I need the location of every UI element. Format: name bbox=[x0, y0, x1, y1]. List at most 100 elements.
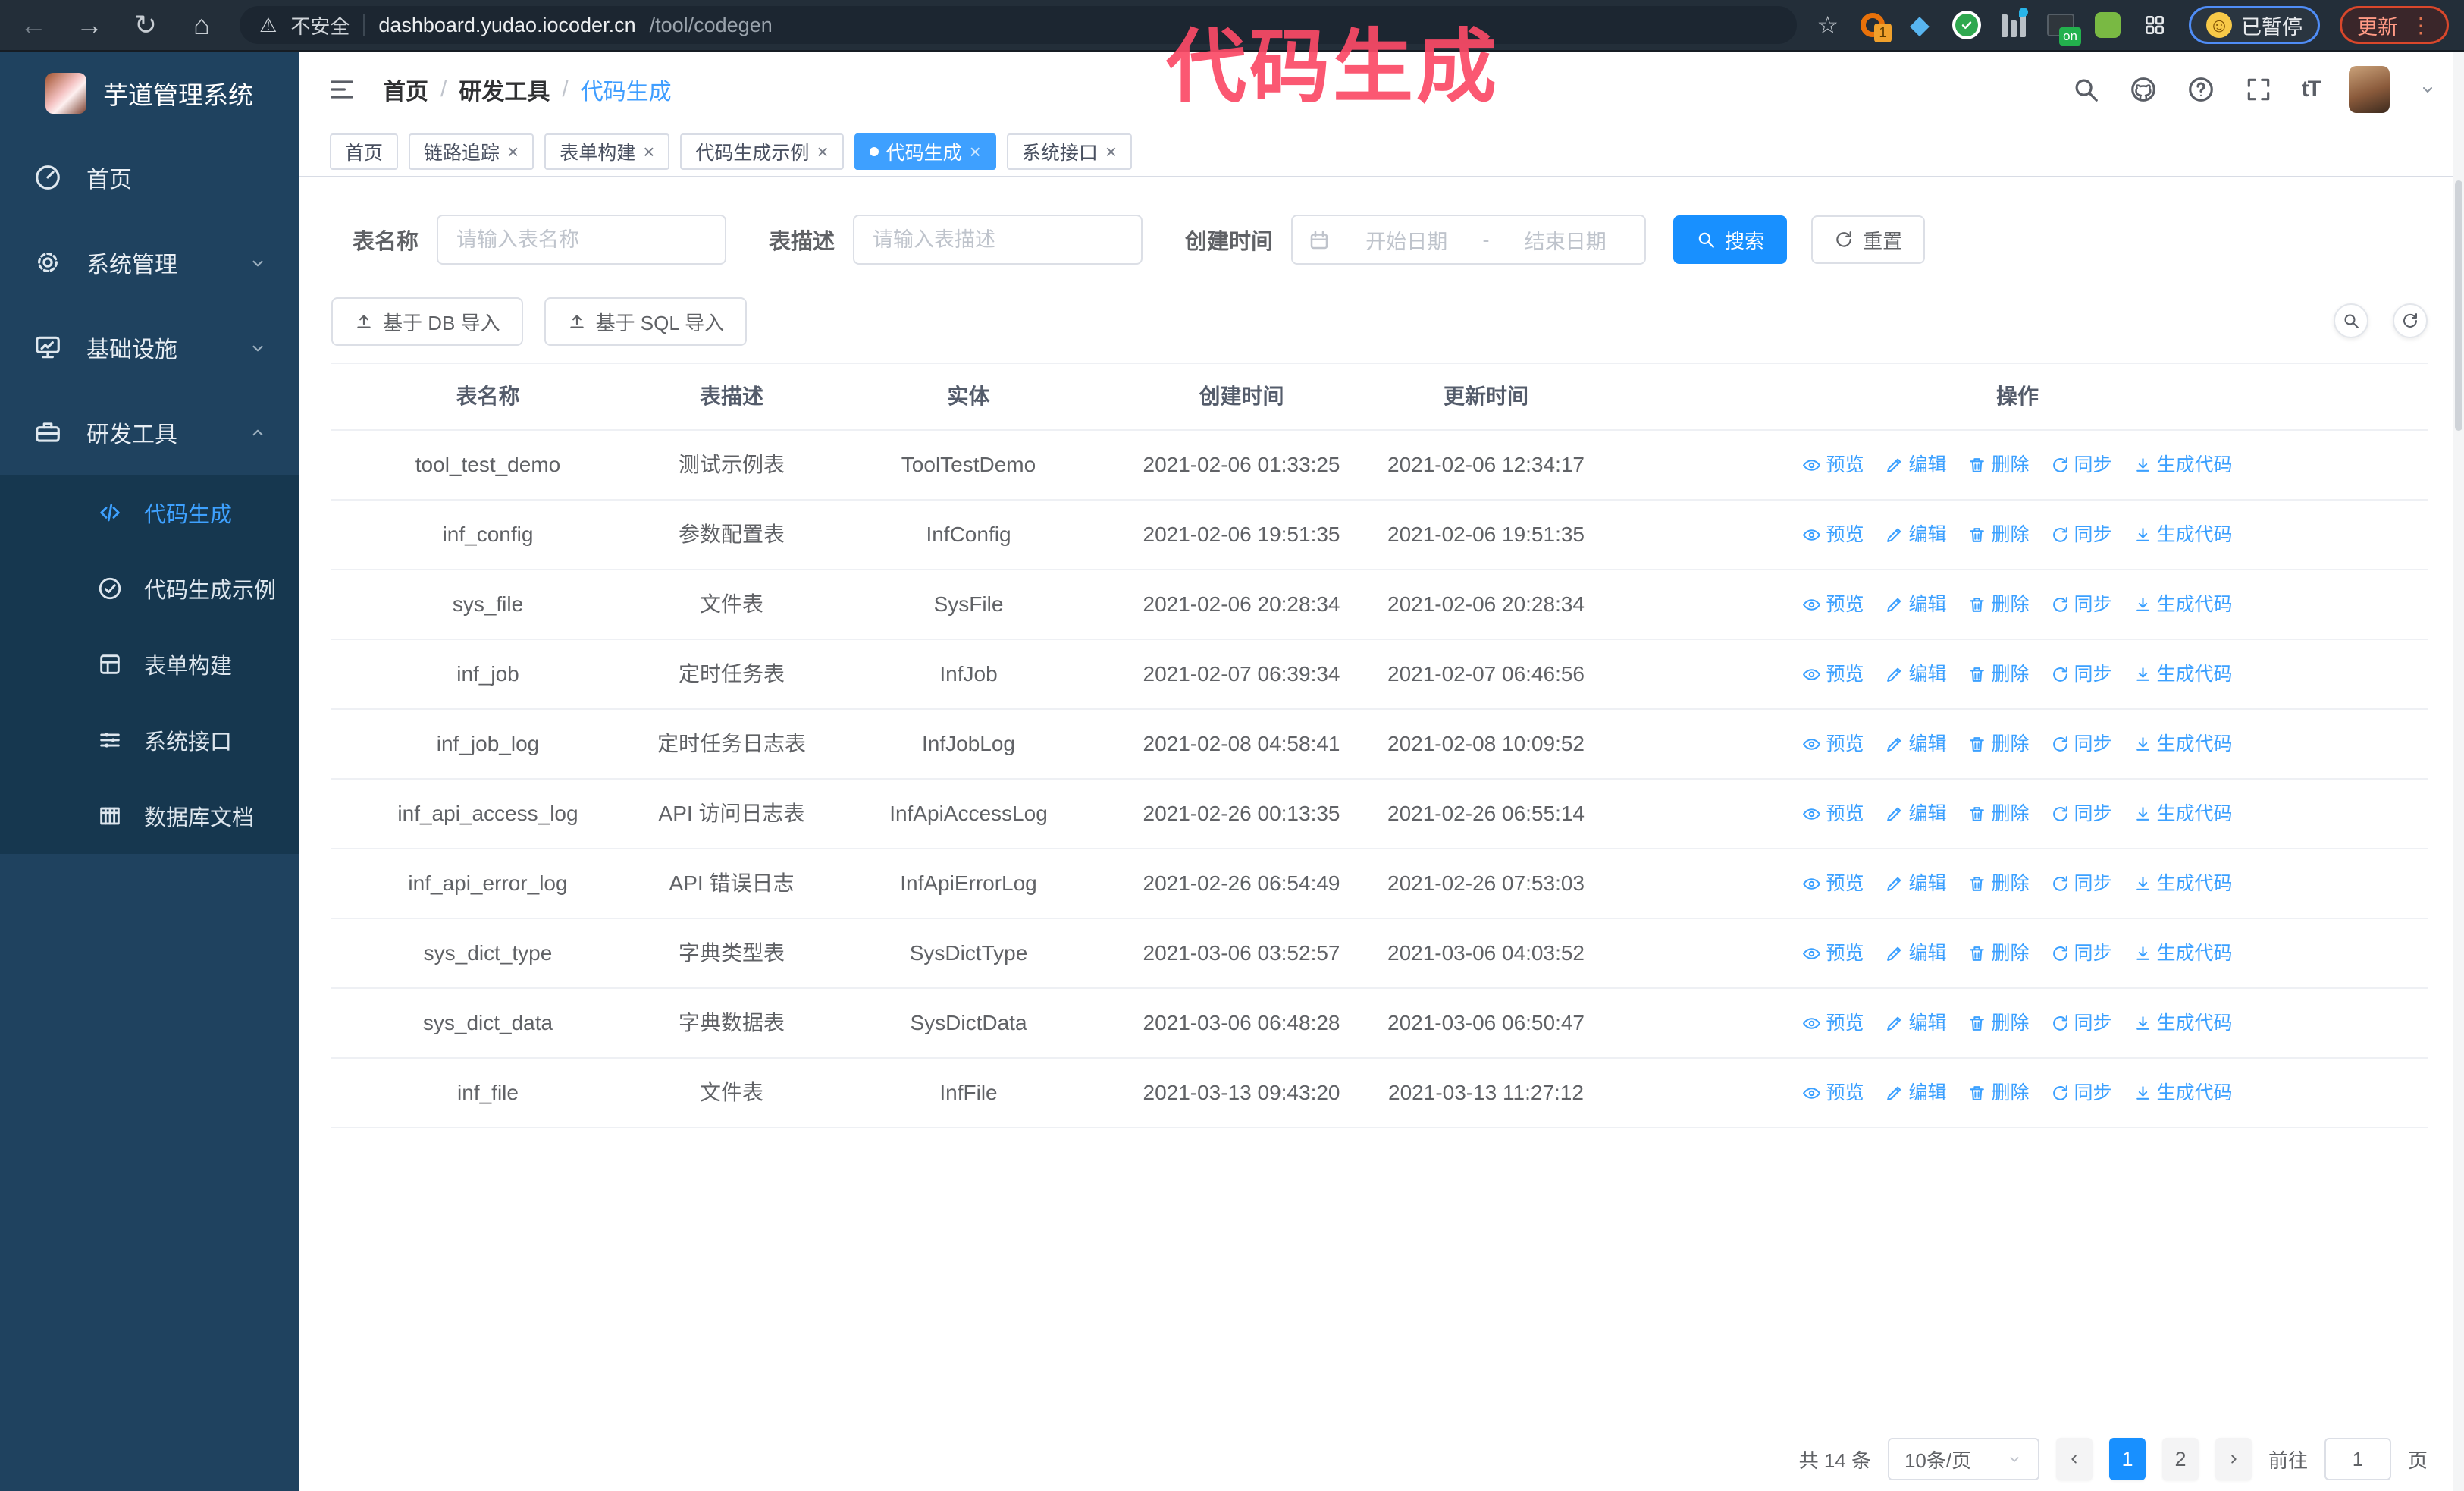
preview-link[interactable]: 预览 bbox=[1802, 1007, 1864, 1039]
view-tab[interactable]: 表单构建 × bbox=[544, 133, 670, 170]
preview-link[interactable]: 预览 bbox=[1802, 1077, 1864, 1109]
delete-link[interactable]: 删除 bbox=[1967, 519, 2030, 551]
edit-link[interactable]: 编辑 bbox=[1885, 1077, 1946, 1109]
extensions-puzzle-icon[interactable] bbox=[2140, 11, 2169, 39]
page-number-button[interactable]: 1 bbox=[2108, 1438, 2146, 1480]
sync-link[interactable]: 同步 bbox=[2051, 589, 2112, 620]
delete-link[interactable]: 删除 bbox=[1967, 589, 2030, 620]
sync-link[interactable]: 同步 bbox=[2051, 1007, 2112, 1039]
delete-link[interactable]: 删除 bbox=[1967, 1077, 2030, 1109]
github-icon[interactable] bbox=[2129, 75, 2158, 104]
browser-menu-icon[interactable]: ⋮ bbox=[2410, 13, 2431, 38]
search-icon[interactable] bbox=[2071, 75, 2100, 104]
extension-icon-bot[interactable] bbox=[2093, 11, 2122, 39]
delete-link[interactable]: 删除 bbox=[1967, 658, 2030, 690]
generate-code-link[interactable]: 生成代码 bbox=[2133, 937, 2233, 969]
import-sql-button[interactable]: 基于 SQL 导入 bbox=[544, 297, 748, 346]
edit-link[interactable]: 编辑 bbox=[1885, 658, 1946, 690]
table-name-input[interactable] bbox=[437, 215, 727, 265]
refresh-button[interactable] bbox=[2393, 303, 2428, 338]
sidebar-submenu-item[interactable]: 表单构建 bbox=[0, 626, 299, 702]
tab-close-icon[interactable]: × bbox=[1105, 142, 1117, 162]
extension-icon-orange[interactable]: 1 bbox=[1858, 11, 1892, 42]
view-tab[interactable]: 代码生成示例 × bbox=[680, 133, 844, 170]
edit-link[interactable]: 编辑 bbox=[1885, 519, 1946, 551]
delete-link[interactable]: 删除 bbox=[1967, 1007, 2030, 1039]
edit-link[interactable]: 编辑 bbox=[1885, 589, 1946, 620]
delete-link[interactable]: 删除 bbox=[1967, 449, 2030, 481]
extension-icon-gem[interactable]: ◆ bbox=[1905, 11, 1934, 39]
tab-close-icon[interactable]: × bbox=[507, 142, 519, 162]
search-button[interactable]: 搜索 bbox=[1673, 215, 1788, 264]
browser-reload-icon[interactable]: ↻ bbox=[127, 9, 164, 41]
sidebar-submenu-item[interactable]: 系统接口 bbox=[0, 702, 299, 778]
view-tab[interactable]: 链路追踪 × bbox=[409, 133, 534, 170]
delete-link[interactable]: 删除 bbox=[1967, 798, 2030, 830]
generate-code-link[interactable]: 生成代码 bbox=[2133, 728, 2233, 760]
preview-link[interactable]: 预览 bbox=[1802, 519, 1864, 551]
edit-link[interactable]: 编辑 bbox=[1885, 1007, 1946, 1039]
extension-icon-sliders[interactable] bbox=[1999, 8, 2028, 39]
bookmark-star-icon[interactable]: ☆ bbox=[1817, 11, 1839, 39]
breadcrumb-item[interactable]: 首页 bbox=[383, 73, 428, 106]
generate-code-link[interactable]: 生成代码 bbox=[2133, 519, 2233, 551]
app-logo[interactable]: 芋道管理系统 bbox=[0, 52, 299, 135]
sidebar-submenu-item[interactable]: 数据库文档 bbox=[0, 778, 299, 854]
preview-link[interactable]: 预览 bbox=[1802, 728, 1864, 760]
help-icon[interactable] bbox=[2187, 75, 2215, 104]
table-desc-input[interactable] bbox=[853, 215, 1143, 265]
edit-link[interactable]: 编辑 bbox=[1885, 728, 1946, 760]
prev-page-button[interactable] bbox=[2055, 1438, 2093, 1480]
tab-close-icon[interactable]: × bbox=[817, 142, 828, 162]
extension-icon-dark[interactable]: on bbox=[2046, 11, 2081, 46]
generate-code-link[interactable]: 生成代码 bbox=[2133, 798, 2233, 830]
breadcrumb-item[interactable]: / 研发工具 bbox=[428, 73, 550, 106]
page-number-button[interactable]: 2 bbox=[2161, 1438, 2199, 1480]
hamburger-icon[interactable] bbox=[327, 74, 357, 105]
tab-close-icon[interactable]: × bbox=[643, 142, 654, 162]
scrollbar-thumb[interactable] bbox=[2455, 180, 2462, 431]
preview-link[interactable]: 预览 bbox=[1802, 449, 1864, 481]
browser-forward-icon[interactable]: → bbox=[71, 9, 108, 41]
sidebar-submenu-item[interactable]: 代码生成示例 bbox=[0, 551, 299, 626]
toggle-search-button[interactable] bbox=[2334, 303, 2368, 338]
generate-code-link[interactable]: 生成代码 bbox=[2133, 449, 2233, 481]
sidebar-menu-item[interactable]: 研发工具 bbox=[0, 390, 299, 475]
generate-code-link[interactable]: 生成代码 bbox=[2133, 868, 2233, 899]
preview-link[interactable]: 预览 bbox=[1802, 798, 1864, 830]
edit-link[interactable]: 编辑 bbox=[1885, 798, 1946, 830]
generate-code-link[interactable]: 生成代码 bbox=[2133, 1007, 2233, 1039]
security-label[interactable]: 不安全 bbox=[290, 11, 350, 39]
sidebar-menu-item[interactable]: 首页 bbox=[0, 135, 299, 220]
sync-link[interactable]: 同步 bbox=[2051, 728, 2112, 760]
sync-link[interactable]: 同步 bbox=[2051, 658, 2112, 690]
delete-link[interactable]: 删除 bbox=[1967, 868, 2030, 899]
edit-link[interactable]: 编辑 bbox=[1885, 937, 1946, 969]
delete-link[interactable]: 删除 bbox=[1967, 937, 2030, 969]
page-size-select[interactable]: 10条/页 bbox=[1887, 1438, 2039, 1480]
preview-link[interactable]: 预览 bbox=[1802, 868, 1864, 899]
sync-link[interactable]: 同步 bbox=[2051, 798, 2112, 830]
extension-icon-shield[interactable] bbox=[1952, 11, 1981, 39]
goto-page-input[interactable] bbox=[2324, 1438, 2391, 1480]
generate-code-link[interactable]: 生成代码 bbox=[2133, 1077, 2233, 1109]
view-tab[interactable]: 首页 bbox=[330, 133, 399, 170]
scrollbar[interactable] bbox=[2453, 52, 2464, 1491]
avatar[interactable] bbox=[2349, 66, 2390, 113]
sync-link[interactable]: 同步 bbox=[2051, 1077, 2112, 1109]
sidebar-menu-item[interactable]: 基础设施 bbox=[0, 305, 299, 390]
view-tab[interactable]: 系统接口 × bbox=[1006, 133, 1133, 170]
date-range-picker[interactable]: 开始日期 - 结束日期 bbox=[1291, 215, 1647, 265]
breadcrumb-item[interactable]: / 代码生成 bbox=[550, 73, 671, 106]
sync-link[interactable]: 同步 bbox=[2051, 937, 2112, 969]
profile-paused-chip[interactable]: ☺ 已暂停 bbox=[2189, 6, 2320, 44]
tab-close-icon[interactable]: × bbox=[970, 142, 981, 162]
sync-link[interactable]: 同步 bbox=[2051, 868, 2112, 899]
preview-link[interactable]: 预览 bbox=[1802, 589, 1864, 620]
address-bar[interactable]: ⚠ 不安全 dashboard.yudao.iocoder.cn/tool/co… bbox=[240, 6, 1798, 44]
generate-code-link[interactable]: 生成代码 bbox=[2133, 589, 2233, 620]
preview-link[interactable]: 预览 bbox=[1802, 937, 1864, 969]
sync-link[interactable]: 同步 bbox=[2051, 519, 2112, 551]
fullscreen-icon[interactable] bbox=[2244, 75, 2273, 104]
preview-link[interactable]: 预览 bbox=[1802, 658, 1864, 690]
